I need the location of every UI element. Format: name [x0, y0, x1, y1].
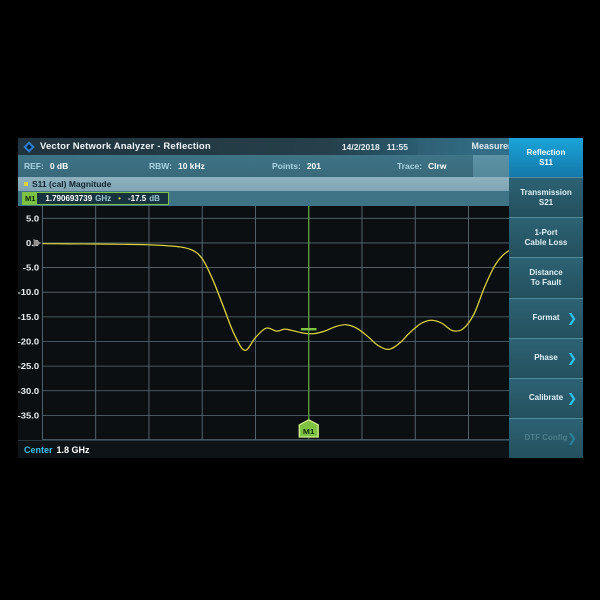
- center-frequency-readout[interactable]: Center 1.8 GHz: [24, 445, 90, 455]
- softkey-phase[interactable]: Phase ❯: [509, 338, 583, 378]
- plot-body: 5.00.0-5.0-10.0-15.0-20.0-25.0-30.0-35.0…: [18, 206, 583, 440]
- ref-value: 0 dB: [50, 161, 68, 171]
- marker-amplitude-value: -17.5: [128, 194, 146, 203]
- marker-amplitude-unit: dB: [149, 194, 160, 203]
- softkey-menu: ReflectionS11TransmissionS211-PortCable …: [509, 138, 583, 458]
- softkey-label-line1: Reflection: [527, 148, 566, 158]
- marker-flag-label: M1: [303, 427, 315, 436]
- vna-application-window: Vector Network Analyzer - Reflection 14/…: [18, 138, 583, 458]
- softkey-label-line1: Distance: [529, 268, 562, 278]
- softkey-transmission[interactable]: TransmissionS21: [509, 177, 583, 217]
- trace-setting[interactable]: Trace: Clrw: [397, 161, 446, 171]
- softkey-label-line1: Calibrate: [529, 393, 563, 403]
- softkey-label-line1: DTF Config: [524, 433, 567, 443]
- softkey-distance[interactable]: DistanceTo Fault: [509, 257, 583, 297]
- marker-separator-icon: •: [118, 194, 121, 203]
- points-value: 201: [307, 161, 321, 171]
- softkey-format[interactable]: Format ❯: [509, 298, 583, 338]
- system-date: 14/2/2018: [342, 142, 380, 152]
- softkey-label-line2: Cable Loss: [525, 238, 568, 248]
- bottom-status-bar: Center1.8 GHz Span200 MHz: [18, 440, 583, 458]
- center-value: 1.8 GHz: [57, 445, 90, 455]
- points-setting[interactable]: Points: 201: [272, 161, 397, 171]
- chevron-right-icon: ❯: [567, 393, 577, 403]
- marker-frequency-value: 1.790693739: [45, 194, 92, 203]
- settings-bar: REF: 0 dB RBW: 10 kHz Points: 201 Trace:…: [18, 155, 583, 177]
- s11-magnitude-chart: 5.00.0-5.0-10.0-15.0-20.0-25.0-30.0-35.0…: [18, 206, 575, 440]
- trace-title: S11 (cal) Magnitude: [32, 179, 111, 189]
- chevron-right-icon: ❯: [567, 433, 577, 443]
- y-axis-tick-label: -10.0: [18, 288, 39, 298]
- ref-setting[interactable]: REF: 0 dB: [24, 161, 149, 171]
- trace-label: Trace:: [397, 161, 422, 171]
- y-axis-tick-label: -30.0: [18, 386, 39, 396]
- softkey-1-port[interactable]: 1-PortCable Loss: [509, 217, 583, 257]
- trace-value: Clrw: [428, 161, 446, 171]
- marker-readout-m1[interactable]: M1 1.790693739 GHz • -17.5 dB: [22, 192, 169, 205]
- diamond-logo-icon: [22, 140, 35, 153]
- chevron-right-icon: ❯: [567, 313, 577, 323]
- softkey-label-line2: To Fault: [531, 278, 562, 288]
- softkey-label-line2: S11: [539, 158, 553, 168]
- softkey-label-line1: 1-Port: [534, 228, 557, 238]
- y-axis-tick-label: -20.0: [18, 337, 39, 347]
- points-label: Points:: [272, 161, 301, 171]
- ref-label: REF:: [24, 161, 44, 171]
- y-axis-tick-label: -15.0: [18, 312, 39, 322]
- title-bar: Vector Network Analyzer - Reflection 14/…: [18, 138, 583, 155]
- rbw-setting[interactable]: RBW: 10 kHz: [149, 161, 272, 171]
- rbw-value: 10 kHz: [178, 161, 205, 171]
- chevron-right-icon: ❯: [567, 353, 577, 363]
- y-axis-tick-label: -5.0: [23, 263, 39, 273]
- y-axis-tick-label: 5.0: [26, 214, 39, 224]
- marker-frequency-unit: GHz: [95, 194, 111, 203]
- trace-title-row[interactable]: S11 (cal) Magnitude: [18, 177, 583, 191]
- softkey-label-line1: Transmission: [520, 188, 572, 198]
- softkey-label-line2: S21: [539, 198, 553, 208]
- chart-plot-area[interactable]: 5.00.0-5.0-10.0-15.0-20.0-25.0-30.0-35.0…: [18, 206, 575, 440]
- rbw-label: RBW:: [149, 161, 172, 171]
- softkey-calibrate[interactable]: Calibrate ❯: [509, 378, 583, 418]
- center-label: Center: [24, 445, 53, 455]
- trace-color-swatch-icon: [24, 182, 28, 186]
- marker-tag: M1: [23, 193, 37, 204]
- softkey-label-line1: Format: [532, 313, 559, 323]
- marker-readout-row: M1 1.790693739 GHz • -17.5 dB: [18, 191, 583, 206]
- softkey-reflection[interactable]: ReflectionS11: [509, 138, 583, 177]
- y-axis-tick-label: -25.0: [18, 362, 39, 372]
- softkey-dtf-config: DTF Config❯: [509, 418, 583, 458]
- softkey-label-line1: Phase: [534, 353, 558, 363]
- system-time: 11:55: [387, 142, 408, 152]
- y-axis-tick-label: -35.0: [18, 411, 39, 421]
- window-title: Vector Network Analyzer - Reflection: [40, 141, 211, 152]
